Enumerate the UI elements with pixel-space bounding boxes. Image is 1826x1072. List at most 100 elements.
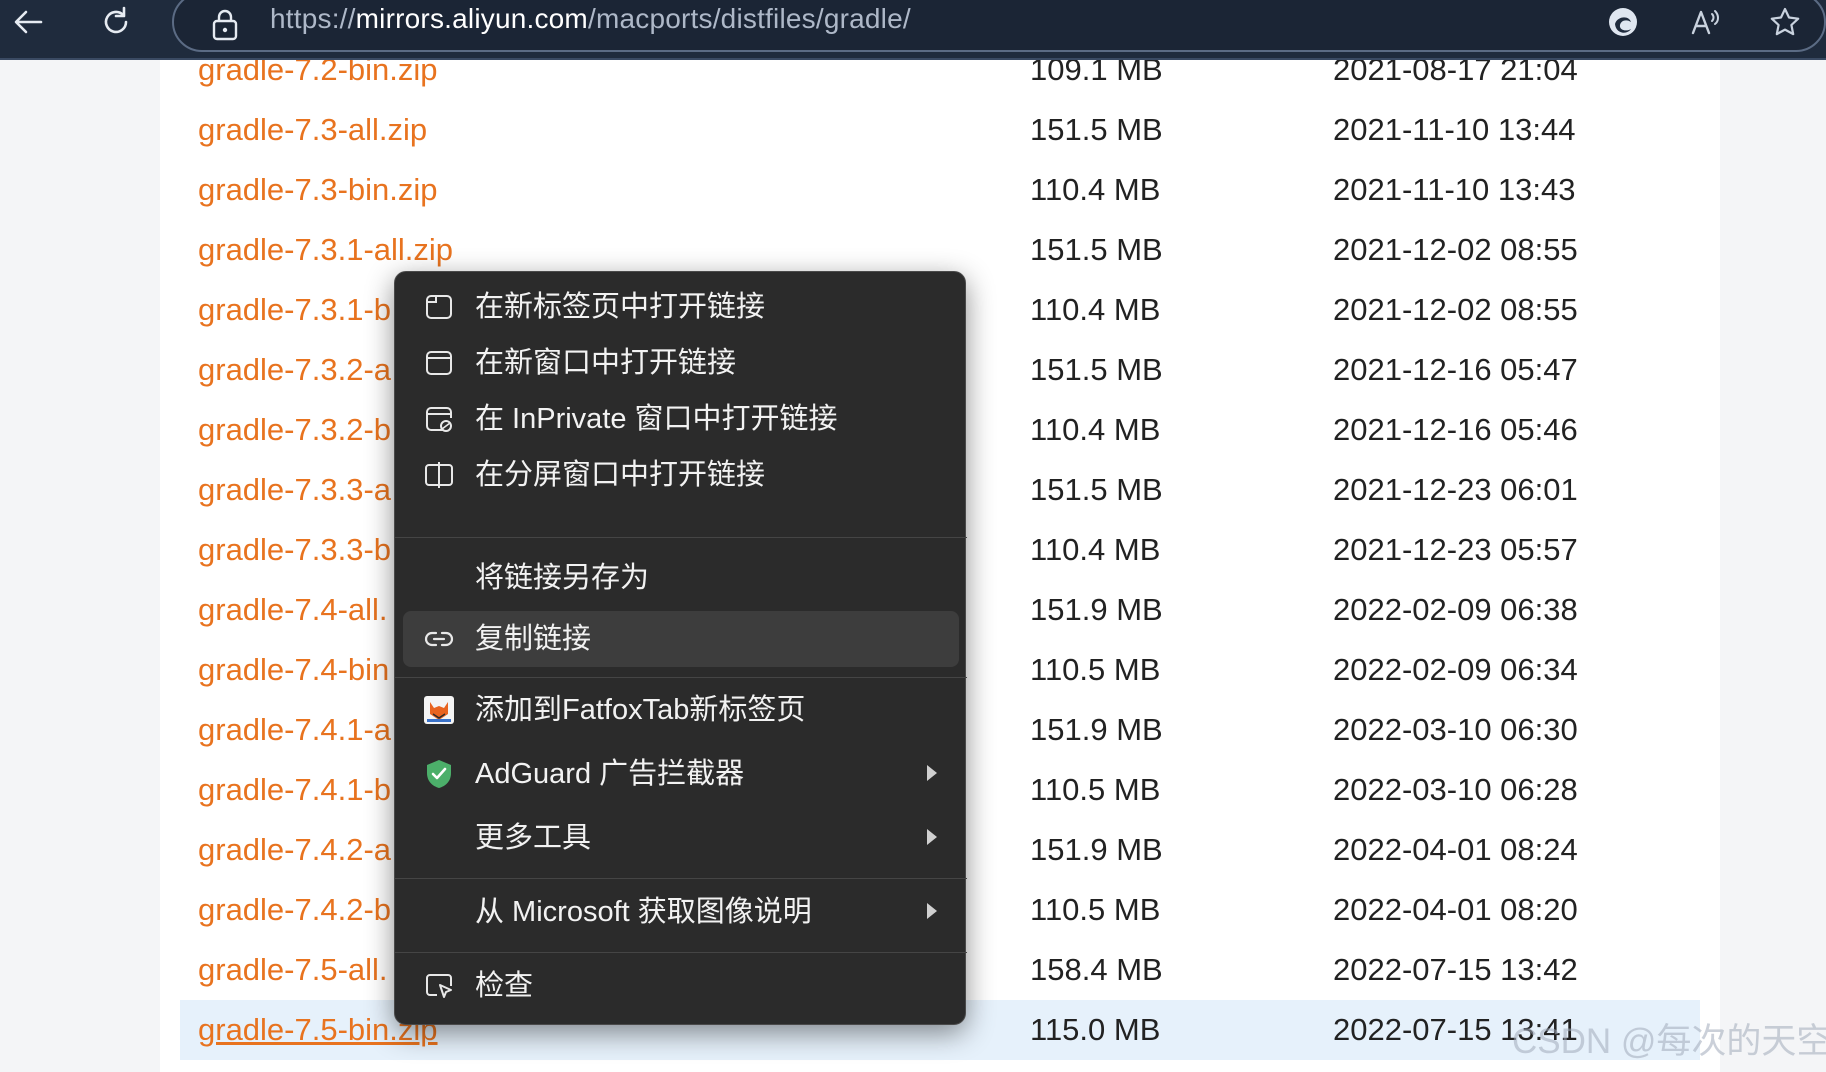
edge-refresh-icon [1609, 8, 1637, 36]
read-aloud-icon [1691, 10, 1719, 35]
menu-item-adguard[interactable]: AdGuard 广告拦截器 [403, 746, 959, 802]
menu-item-label: 在分屏窗口中打开链接 [475, 459, 766, 491]
new-tab-icon [423, 291, 455, 323]
back-button[interactable] [0, 0, 56, 44]
browser-toolbar: https://mirrors.aliyun.com/macports/dist… [0, 0, 1826, 60]
refresh-button[interactable] [88, 0, 144, 44]
menu-item-open-new-window[interactable]: 在新窗口中打开链接 [403, 335, 959, 391]
menu-item-label: 复制链接 [475, 623, 592, 655]
file-link[interactable]: gradle-7.5-all. [198, 940, 388, 1000]
file-link[interactable]: gradle-7.3.1-b [198, 280, 391, 340]
address-bar[interactable]: https://mirrors.aliyun.com/macports/dist… [172, 0, 1826, 52]
submenu-arrow-icon [927, 903, 937, 919]
url-host: mirrors.aliyun.com [355, 3, 588, 34]
menu-item-more-tools[interactable]: 更多工具 [403, 810, 959, 866]
submenu-arrow-icon [927, 829, 937, 845]
menu-item-label: 从 Microsoft 获取图像说明 [475, 896, 812, 928]
file-date: 2021-12-23 06:01 [1333, 472, 1578, 507]
link-icon [423, 623, 455, 655]
context-menu: 在新标签页中打开链接 在新窗口中打开链接 在 InPrivate 窗口中打开链接… [394, 271, 967, 1025]
file-size: 151.9 MB [1030, 592, 1163, 627]
menu-separator [395, 952, 967, 953]
file-size: 110.5 MB [1030, 652, 1161, 687]
menu-item-label: 在新标签页中打开链接 [475, 291, 766, 323]
file-date: 2022-03-10 06:30 [1333, 712, 1578, 747]
file-link[interactable]: gradle-7.4-all. [198, 580, 388, 640]
file-date: 2021-08-17 21:04 [1333, 60, 1578, 87]
file-link[interactable]: gradle-7.3-all.zip [198, 100, 427, 160]
file-date: 2022-02-09 06:34 [1333, 652, 1578, 687]
file-size: 158.4 MB [1030, 952, 1163, 987]
menu-item-open-new-tab[interactable]: 在新标签页中打开链接 [403, 279, 959, 335]
star-icon [1770, 7, 1800, 36]
table-row: gradle-7.3-all.zip 151.5 MB 2021-11-10 1… [180, 100, 1700, 160]
menu-item-label: 将链接另存为 [475, 562, 650, 594]
file-date: 2021-12-16 05:46 [1333, 412, 1578, 447]
file-size: 151.9 MB [1030, 712, 1163, 747]
file-size: 151.9 MB [1030, 832, 1163, 867]
file-size: 110.4 MB [1030, 172, 1161, 207]
file-date: 2022-04-01 08:20 [1333, 892, 1578, 927]
file-size: 151.5 MB [1030, 472, 1163, 507]
file-date: 2021-11-10 13:44 [1333, 112, 1576, 147]
menu-item-label: 检查 [475, 970, 534, 1002]
menu-item-image-description[interactable]: 从 Microsoft 获取图像说明 [403, 884, 959, 940]
menu-item-label: 在 InPrivate 窗口中打开链接 [475, 403, 838, 435]
menu-item-copy-link[interactable]: 复制链接 [403, 611, 959, 667]
adguard-shield-icon [423, 758, 455, 790]
menu-item-open-inprivate[interactable]: 在 InPrivate 窗口中打开链接 [403, 391, 959, 447]
file-size: 110.5 MB [1030, 772, 1161, 807]
menu-item-save-link-as[interactable]: 将链接另存为 [403, 550, 959, 606]
menu-separator [395, 878, 967, 879]
menu-item-label: 更多工具 [475, 822, 592, 854]
inprivate-window-icon [423, 403, 455, 435]
file-date: 2021-12-16 05:47 [1333, 352, 1578, 387]
url-scheme: https:// [270, 3, 356, 34]
file-link[interactable]: gradle-7.2-bin.zip [198, 60, 438, 100]
url-text: https://mirrors.aliyun.com/macports/dist… [270, 3, 911, 35]
file-link[interactable]: gradle-7.3-bin.zip [198, 160, 438, 220]
file-size: 151.5 MB [1030, 232, 1163, 267]
file-size: 110.4 MB [1030, 292, 1161, 327]
menu-item-add-fatfoxtab[interactable]: 添加到FatfoxTab新标签页 [403, 682, 959, 738]
file-date: 2021-12-02 08:55 [1333, 292, 1578, 327]
file-size: 110.4 MB [1030, 532, 1161, 567]
table-row: gradle-7.3-bin.zip 110.4 MB 2021-11-10 1… [180, 160, 1700, 220]
submenu-arrow-icon [927, 765, 937, 781]
file-date: 2022-03-10 06:28 [1333, 772, 1578, 807]
fatfoxtab-icon [423, 694, 455, 726]
menu-item-label: AdGuard 广告拦截器 [475, 758, 745, 790]
file-size: 110.4 MB [1030, 412, 1161, 447]
file-date: 2021-11-10 13:43 [1333, 172, 1576, 207]
file-date: 2022-02-09 06:38 [1333, 592, 1578, 627]
menu-separator [395, 677, 967, 678]
menu-item-label: 添加到FatfoxTab新标签页 [475, 694, 806, 726]
file-size: 151.5 MB [1030, 112, 1163, 147]
menu-separator [395, 537, 967, 538]
file-size: 115.0 MB [1030, 1012, 1161, 1047]
menu-item-inspect[interactable]: 检查 [403, 958, 959, 1014]
file-link[interactable]: gradle-7.3.3-a [198, 460, 391, 520]
split-screen-icon [423, 459, 455, 491]
lock-icon[interactable] [210, 8, 240, 42]
file-link[interactable]: gradle-7.4.2-b [198, 880, 391, 940]
file-link[interactable]: gradle-7.4.2-a [198, 820, 391, 880]
file-link[interactable]: gradle-7.3.3-b [198, 520, 391, 580]
file-size: 109.1 MB [1030, 60, 1163, 87]
menu-item-open-split-screen[interactable]: 在分屏窗口中打开链接 [403, 447, 959, 503]
read-aloud-button[interactable] [1680, 0, 1730, 44]
refresh-icon [104, 6, 128, 34]
file-link[interactable]: gradle-7.3.2-a [198, 340, 391, 400]
file-size: 110.5 MB [1030, 892, 1161, 927]
file-size: 151.5 MB [1030, 352, 1163, 387]
favorite-button[interactable] [1760, 0, 1810, 44]
file-link[interactable]: gradle-7.4.1-b [198, 760, 391, 820]
file-link[interactable]: gradle-7.4.1-a [198, 700, 391, 760]
file-link[interactable]: gradle-7.4-bin [198, 640, 389, 700]
watermark: CSDN @每次的天空 [1512, 1022, 1826, 1061]
back-arrow-icon [14, 10, 43, 34]
file-link[interactable]: gradle-7.3.2-b [198, 400, 391, 460]
file-date: 2021-12-23 05:57 [1333, 532, 1578, 567]
file-date: 2022-04-01 08:24 [1333, 832, 1578, 867]
edge-extension-button[interactable] [1598, 0, 1648, 44]
